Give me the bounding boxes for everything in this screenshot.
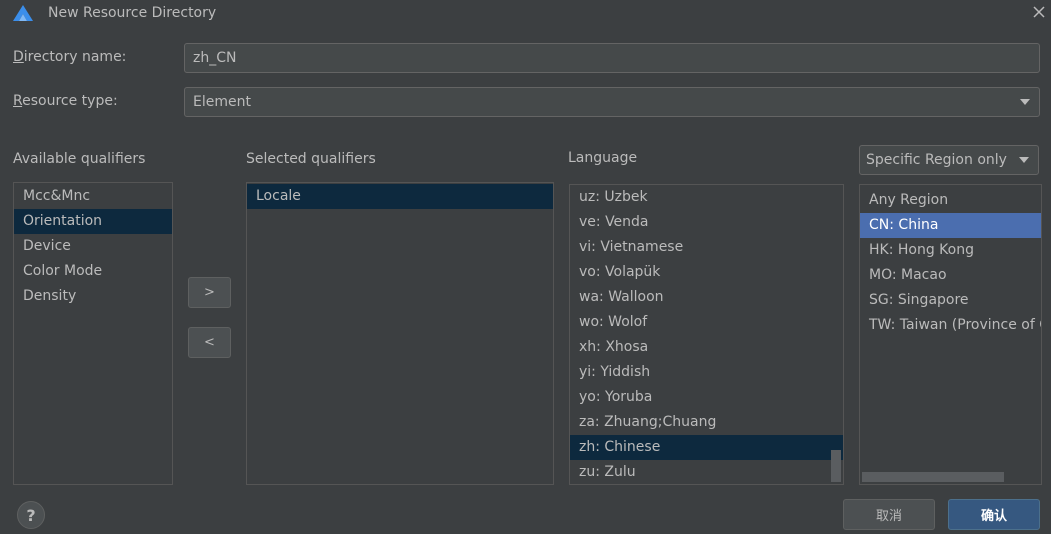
language-item[interactable]: yi: Yiddish xyxy=(570,360,843,385)
available-qualifier-item[interactable]: Mcc&Mnc xyxy=(14,184,172,209)
language-list[interactable]: uz: Uzbek ve: Venda vi: Vietnamese vo: Vola… xyxy=(569,184,844,485)
language-item[interactable]: zh: Chinese xyxy=(570,435,843,460)
chevron-down-icon xyxy=(1019,157,1029,163)
region-filter-select[interactable]: Specific Region only xyxy=(859,145,1039,175)
language-item[interactable]: zu: Zulu xyxy=(570,460,843,484)
language-item[interactable]: za: Zhuang;Chuang xyxy=(570,410,843,435)
app-logo-icon xyxy=(13,5,33,21)
help-button[interactable]: ? xyxy=(17,501,45,529)
region-item[interactable]: Any Region xyxy=(860,188,1041,213)
region-list[interactable]: Any Region CN: China HK: Hong Kong MO: Maca… xyxy=(859,184,1042,485)
available-qualifier-item[interactable]: Color Mode xyxy=(14,259,172,284)
window-title: New Resource Directory xyxy=(48,5,217,21)
resource-type-select[interactable]: Element xyxy=(184,87,1040,117)
selected-qualifier-item[interactable]: Locale xyxy=(247,184,553,209)
selected-qualifiers-header: Selected qualifiers xyxy=(246,151,376,167)
language-item[interactable]: ve: Venda xyxy=(570,210,843,235)
region-item[interactable]: SG: Singapore xyxy=(860,288,1041,313)
language-scrollbar-thumb[interactable] xyxy=(831,450,841,482)
directory-name-input[interactable] xyxy=(193,50,1031,66)
available-qualifier-item[interactable]: Density xyxy=(14,284,172,309)
close-icon[interactable] xyxy=(1032,5,1046,19)
region-item[interactable]: MO: Macao xyxy=(860,263,1041,288)
available-qualifiers-header: Available qualifiers xyxy=(13,151,146,167)
language-header: Language xyxy=(568,150,638,166)
region-filter-value: Specific Region only xyxy=(866,152,1007,168)
remove-qualifier-button[interactable]: < xyxy=(188,327,231,358)
available-qualifiers-list[interactable]: Mcc&Mnc Orientation Device Color Mode Densit… xyxy=(13,182,173,485)
add-qualifier-button[interactable]: > xyxy=(188,277,231,308)
language-item[interactable]: xh: Xhosa xyxy=(570,335,843,360)
region-item[interactable]: TW: Taiwan (Province of China) xyxy=(860,313,1041,338)
region-item[interactable]: CN: China xyxy=(860,213,1041,238)
directory-name-field[interactable] xyxy=(184,43,1040,73)
ok-button[interactable]: 确认 xyxy=(948,499,1040,530)
language-item[interactable]: wa: Walloon xyxy=(570,285,843,310)
language-item[interactable]: wo: Wolof xyxy=(570,310,843,335)
resource-type-label: Resource type: xyxy=(13,93,118,109)
language-item[interactable]: vo: Volapük xyxy=(570,260,843,285)
region-scrollbar-thumb[interactable] xyxy=(862,472,1004,482)
chevron-down-icon xyxy=(1020,99,1030,105)
language-item[interactable]: yo: Yoruba xyxy=(570,385,843,410)
language-item[interactable]: uz: Uzbek xyxy=(570,185,843,210)
available-qualifier-item[interactable]: Orientation xyxy=(14,209,172,234)
region-item[interactable]: HK: Hong Kong xyxy=(860,238,1041,263)
language-item[interactable]: vi: Vietnamese xyxy=(570,235,843,260)
resource-type-value: Element xyxy=(193,94,251,110)
cancel-button[interactable]: 取消 xyxy=(843,499,935,530)
available-qualifier-item[interactable]: Device xyxy=(14,234,172,259)
directory-name-label: Directory name: xyxy=(13,49,127,65)
selected-qualifiers-list[interactable]: Locale xyxy=(246,182,554,485)
